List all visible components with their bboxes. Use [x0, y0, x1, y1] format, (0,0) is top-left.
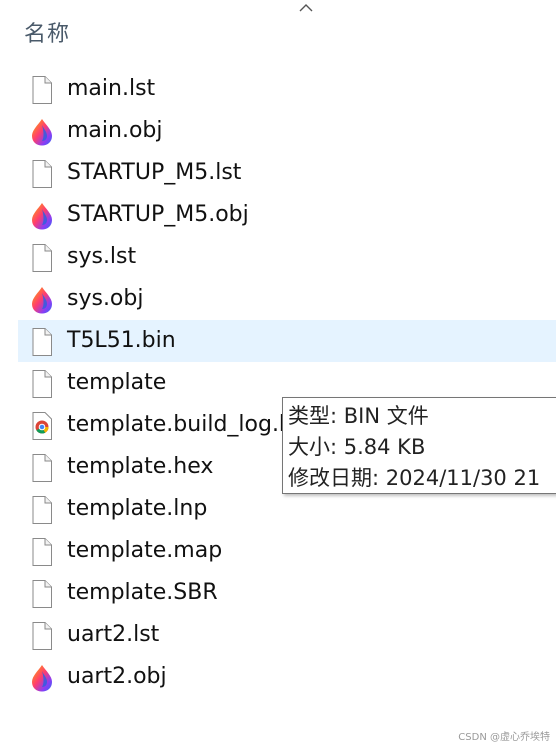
document-icon [29, 369, 55, 399]
colorful-drop-icon [29, 117, 55, 147]
file-row[interactable]: template.lnp [18, 488, 556, 530]
document-icon [29, 327, 55, 357]
file-name: template.SBR [67, 580, 218, 605]
file-row[interactable]: sys.lst [18, 236, 556, 278]
watermark: CSDN @虚心乔埃特 [458, 732, 550, 743]
column-header[interactable]: 名称 [0, 0, 556, 58]
document-icon [29, 495, 55, 525]
document-icon [29, 243, 55, 273]
colorful-drop-icon [29, 201, 55, 231]
file-tooltip: 类型: BIN 文件 大小: 5.84 KB 修改日期: 2024/11/30 … [282, 397, 556, 494]
file-row[interactable]: template.map [18, 530, 556, 572]
file-row[interactable]: uart2.lst [18, 614, 556, 656]
file-name: sys.lst [67, 244, 137, 269]
file-row[interactable]: T5L51.bin [18, 320, 556, 362]
file-name: T5L51.bin [67, 328, 176, 353]
document-icon [29, 621, 55, 651]
file-row[interactable]: template.SBR [18, 572, 556, 614]
file-name: uart2.lst [67, 622, 160, 647]
chevron-up-icon[interactable] [296, 0, 316, 14]
colorful-drop-icon [29, 663, 55, 693]
file-name: template.lnp [67, 496, 208, 521]
file-name: uart2.obj [67, 664, 167, 689]
file-row[interactable]: main.obj [18, 110, 556, 152]
file-row[interactable]: main.lst [18, 68, 556, 110]
file-name: STARTUP_M5.obj [67, 202, 249, 227]
file-name: template.map [67, 538, 223, 563]
file-row[interactable]: STARTUP_M5.obj [18, 194, 556, 236]
tooltip-size: 大小: 5.84 KB [288, 435, 426, 459]
document-icon [29, 453, 55, 483]
document-icon [29, 75, 55, 105]
document-icon [29, 537, 55, 567]
file-row[interactable]: sys.obj [18, 278, 556, 320]
chrome-icon [29, 411, 55, 441]
file-name: main.obj [67, 118, 163, 143]
file-list: main.lst main.obj STARTUP_M5.lst STARTUP_M5… [0, 68, 556, 698]
tooltip-modified: 修改日期: 2024/11/30 21 [288, 466, 541, 490]
document-icon [29, 579, 55, 609]
file-row[interactable]: STARTUP_M5.lst [18, 152, 556, 194]
file-name: main.lst [67, 76, 156, 101]
column-title-name[interactable]: 名称 [24, 16, 70, 48]
tooltip-type: 类型: BIN 文件 [288, 404, 429, 428]
file-name: template [67, 370, 167, 395]
file-row[interactable]: uart2.obj [18, 656, 556, 698]
file-name: template.hex [67, 454, 214, 479]
file-name: sys.obj [67, 286, 144, 311]
file-name: STARTUP_M5.lst [67, 160, 242, 185]
colorful-drop-icon [29, 285, 55, 315]
document-icon [29, 159, 55, 189]
